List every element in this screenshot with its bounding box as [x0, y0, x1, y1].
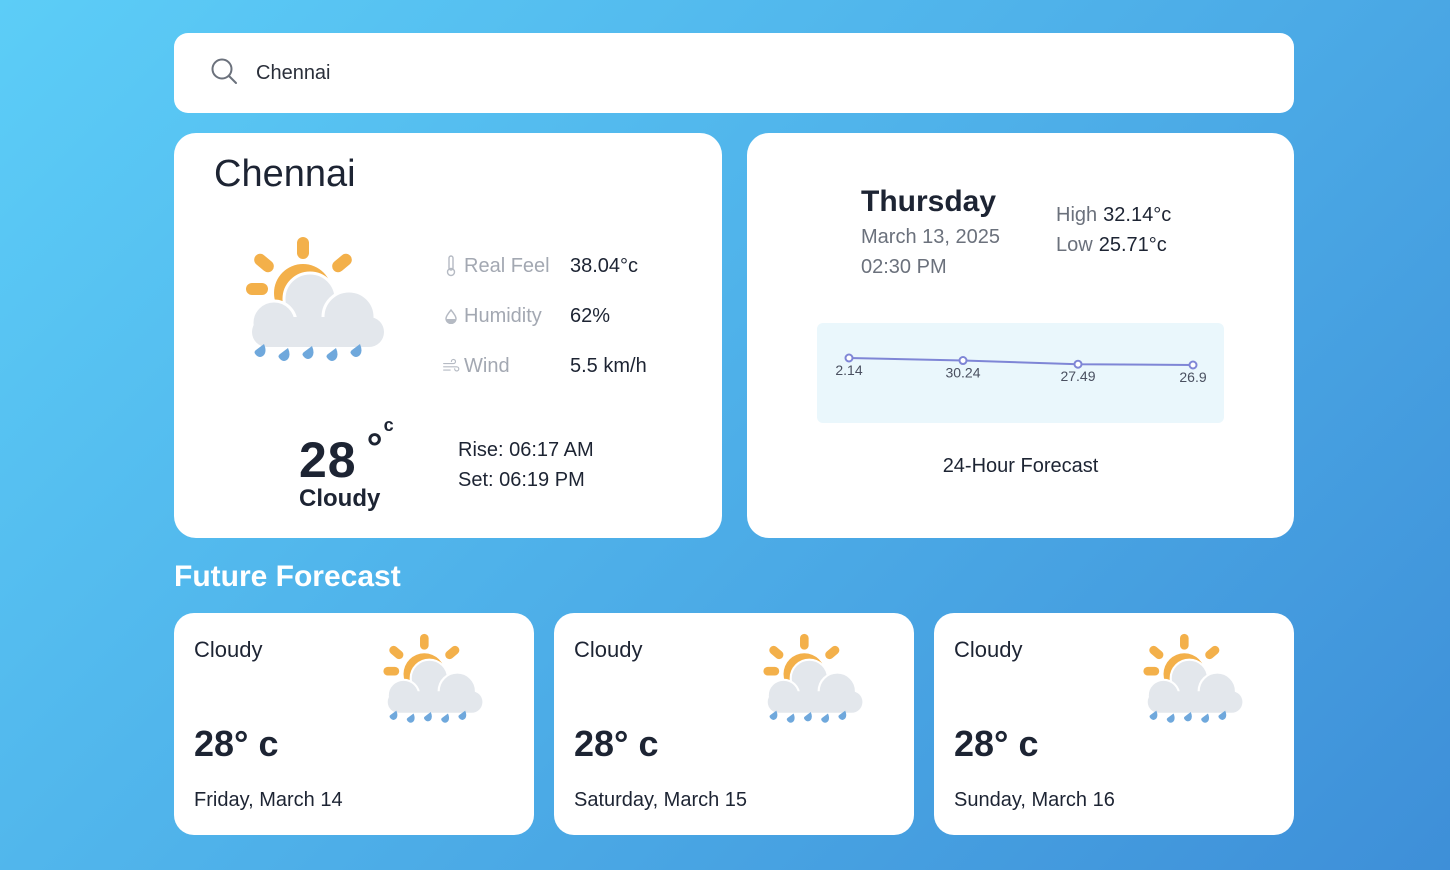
forecast-date: Saturday, March 15: [574, 789, 748, 811]
forecast-date: Sunday, March 16: [954, 789, 1115, 811]
thermometer-icon: [442, 255, 460, 277]
temperature-value: 28: [299, 432, 357, 488]
chart-caption: 24-Hour Forecast: [942, 455, 1099, 477]
current-temperature: 28 °c: [299, 415, 395, 489]
hourly-forecast-chart: 2.14 30.24 27.49 26.9: [817, 323, 1224, 423]
high-low: High 32.14°c Low 25.71°c: [1056, 200, 1171, 260]
low-value: 25.71°c: [1098, 234, 1167, 256]
stat-wind: Wind 5.5 km/h: [442, 341, 647, 391]
forecast-condition: Cloudy: [574, 637, 643, 662]
low-label: Low: [1056, 234, 1093, 256]
partly-cloudy-rain-icon: [244, 233, 389, 378]
chart-series-line: [848, 357, 1194, 366]
current-date: March 13, 2025: [861, 226, 1000, 248]
chart-data-label: 30.24: [945, 365, 980, 381]
weather-stats: Real Feel 38.04°c Humidity 62% Wind 5.5 …: [442, 241, 647, 391]
stat-label: Real Feel: [464, 254, 550, 277]
low-temp-row: Low 25.71°c: [1056, 230, 1171, 260]
stat-value: 5.5 km/h: [570, 354, 647, 377]
sunrise-time: Rise: 06:17 AM: [458, 439, 594, 461]
forecast-condition: Cloudy: [194, 637, 263, 662]
forecast-temperature: 28° c: [194, 723, 279, 764]
high-value: 32.14°c: [1103, 204, 1172, 226]
unit-letter: c: [383, 415, 395, 435]
stat-label: Humidity: [464, 304, 542, 327]
sunset-time: Set: 06:19 PM: [458, 469, 585, 491]
chart-data-label: 2.14: [835, 362, 862, 378]
stat-value: 62%: [570, 304, 611, 327]
wind-icon: [442, 355, 460, 377]
temperature-unit: °c: [366, 415, 395, 470]
forecast-temperature: 28° c: [954, 723, 1039, 764]
search-bar[interactable]: [174, 33, 1294, 113]
chart-point: [1188, 360, 1198, 370]
stat-real-feel: Real Feel 38.04°c: [442, 241, 647, 291]
chart-point: [958, 356, 968, 366]
partly-cloudy-rain-icon: [762, 631, 866, 735]
forecast-condition: Cloudy: [954, 637, 1023, 662]
city-name: Chennai: [214, 153, 356, 195]
forecast-card-day-2: Cloudy 28° c Saturday, March 15: [554, 613, 914, 835]
forecast-date: Friday, March 14: [194, 789, 343, 811]
partly-cloudy-rain-icon: [382, 631, 486, 735]
search-input[interactable]: [254, 60, 1158, 86]
partly-cloudy-rain-icon: [1142, 631, 1246, 735]
chart-data-label: 26.9: [1179, 369, 1206, 385]
droplet-icon: [442, 305, 460, 327]
future-forecast-title: Future Forecast: [174, 560, 401, 593]
current-condition: Cloudy: [299, 485, 381, 512]
chart-point: [844, 353, 854, 363]
current-weather-card: Chennai Real Feel 38.04°c Humidity 62% W…: [174, 133, 722, 538]
search-icon[interactable]: [210, 57, 238, 90]
chart-data-label: 27.49: [1060, 368, 1095, 384]
stat-label: Wind: [464, 354, 510, 377]
forecast-card-day-3: Cloudy 28° c Sunday, March 16: [934, 613, 1294, 835]
day-name: Thursday: [861, 185, 997, 218]
forecast-temperature: 28° c: [574, 723, 659, 764]
current-time: 02:30 PM: [861, 256, 947, 278]
forecast-card-day-1: Cloudy 28° c Friday, March 14: [174, 613, 534, 835]
sun-times: Rise: 06:17 AM Set: 06:19 PM: [458, 435, 594, 495]
hourly-chart-svg: 2.14 30.24 27.49 26.9: [835, 353, 1207, 385]
today-forecast-card: Thursday March 13, 2025 02:30 PM High 32.…: [747, 133, 1294, 538]
high-temp-row: High 32.14°c: [1056, 200, 1171, 230]
stat-humidity: Humidity 62%: [442, 291, 647, 341]
chart-point: [1073, 359, 1083, 369]
degree-symbol: °: [366, 426, 384, 470]
high-label: High: [1056, 204, 1098, 226]
stat-value: 38.04°c: [570, 254, 639, 277]
